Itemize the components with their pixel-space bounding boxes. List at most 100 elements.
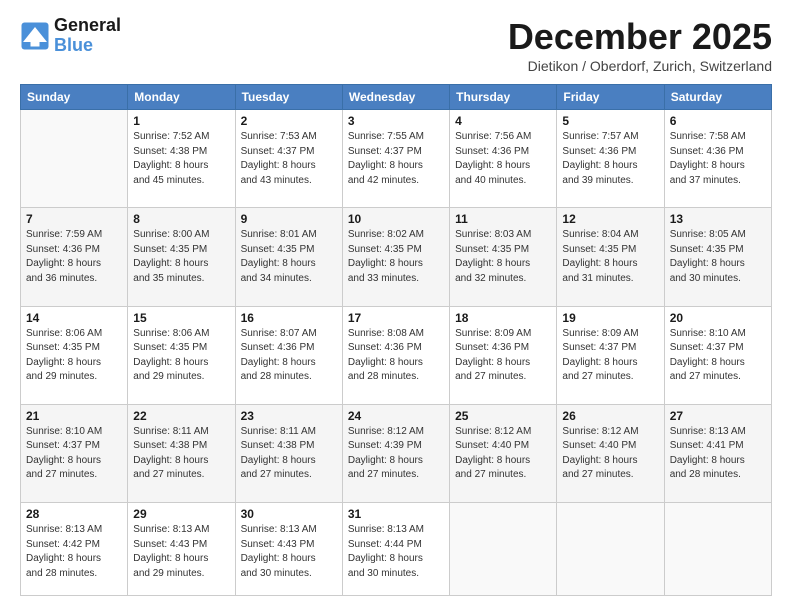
calendar-cell: 26Sunrise: 8:12 AM Sunset: 4:40 PM Dayli… <box>557 404 664 502</box>
day-info: Sunrise: 8:08 AM Sunset: 4:36 PM Dayligh… <box>348 327 444 385</box>
page: General Blue December 2025 Dietikon / Ob… <box>0 0 792 612</box>
location: Dietikon / Oberdorf, Zurich, Switzerland <box>508 58 772 74</box>
calendar-cell: 1 Sunrise: 7:52 AM Sunset: 4:38 PM Daylig… <box>128 110 235 208</box>
logo-text: General Blue <box>54 16 121 56</box>
calendar-body: 1 Sunrise: 7:52 AM Sunset: 4:38 PM Daylig… <box>21 110 772 596</box>
day-number: 1 <box>133 114 229 128</box>
logo-line2: Blue <box>54 36 121 56</box>
calendar-cell <box>664 503 771 596</box>
day-info: Sunrise: 8:00 AM Sunset: 4:35 PM Dayligh… <box>133 228 229 286</box>
day-info: Sunrise: 7:57 AM Sunset: 4:36 PM Dayligh… <box>562 130 658 188</box>
day-info: Sunrise: 8:05 AM Sunset: 4:35 PM Dayligh… <box>670 228 766 286</box>
calendar-cell: 21 Sunrise: 8:10 AM Sunset: 4:37 PM Dayli… <box>21 404 128 502</box>
day-number: 4 <box>455 114 551 128</box>
day-info: Sunrise: 7:59 AM Sunset: 4:36 PM Dayligh… <box>26 228 122 286</box>
day-number: 14 <box>26 311 122 325</box>
calendar-cell: 8 Sunrise: 8:00 AM Sunset: 4:35 PM Daylig… <box>128 208 235 306</box>
day-number: 19 <box>562 311 658 325</box>
calendar-header-row: SundayMondayTuesdayWednesdayThursdayFrid… <box>21 85 772 110</box>
calendar-cell: 30 Sunrise: 8:13 AM Sunset: 4:43 PM Dayli… <box>235 503 342 596</box>
title-block: December 2025 Dietikon / Oberdorf, Zuric… <box>508 16 772 74</box>
day-number: 11 <box>455 212 551 226</box>
calendar-week-row: 21 Sunrise: 8:10 AM Sunset: 4:37 PM Dayli… <box>21 404 772 502</box>
day-info: Sunrise: 8:12 AM Sunset: 4:39 PM Dayligh… <box>348 425 444 483</box>
calendar-cell: 27Sunrise: 8:13 AM Sunset: 4:41 PM Dayli… <box>664 404 771 502</box>
day-info: Sunrise: 8:03 AM Sunset: 4:35 PM Dayligh… <box>455 228 551 286</box>
day-number: 25 <box>455 409 551 423</box>
column-header-saturday: Saturday <box>664 85 771 110</box>
day-info: Sunrise: 8:12 AM Sunset: 4:40 PM Dayligh… <box>455 425 551 483</box>
column-header-monday: Monday <box>128 85 235 110</box>
day-info: Sunrise: 8:02 AM Sunset: 4:35 PM Dayligh… <box>348 228 444 286</box>
day-number: 30 <box>241 507 337 521</box>
logo-line1: General <box>54 16 121 36</box>
calendar-table: SundayMondayTuesdayWednesdayThursdayFrid… <box>20 84 772 596</box>
day-number: 10 <box>348 212 444 226</box>
day-info: Sunrise: 8:13 AM Sunset: 4:43 PM Dayligh… <box>241 523 337 581</box>
calendar-cell: 19 Sunrise: 8:09 AM Sunset: 4:37 PM Dayli… <box>557 306 664 404</box>
calendar-week-row: 1 Sunrise: 7:52 AM Sunset: 4:38 PM Daylig… <box>21 110 772 208</box>
day-info: Sunrise: 8:13 AM Sunset: 4:44 PM Dayligh… <box>348 523 444 581</box>
column-header-thursday: Thursday <box>450 85 557 110</box>
calendar-cell: 6 Sunrise: 7:58 AM Sunset: 4:36 PM Daylig… <box>664 110 771 208</box>
calendar-cell: 10 Sunrise: 8:02 AM Sunset: 4:35 PM Dayli… <box>342 208 449 306</box>
calendar-cell: 28 Sunrise: 8:13 AM Sunset: 4:42 PM Dayli… <box>21 503 128 596</box>
day-number: 6 <box>670 114 766 128</box>
logo: General Blue <box>20 16 121 56</box>
day-info: Sunrise: 7:52 AM Sunset: 4:38 PM Dayligh… <box>133 130 229 188</box>
day-info: Sunrise: 7:55 AM Sunset: 4:37 PM Dayligh… <box>348 130 444 188</box>
calendar-cell: 2Sunrise: 7:53 AM Sunset: 4:37 PM Daylig… <box>235 110 342 208</box>
day-number: 15 <box>133 311 229 325</box>
column-header-friday: Friday <box>557 85 664 110</box>
day-number: 21 <box>26 409 122 423</box>
calendar-cell: 22 Sunrise: 8:11 AM Sunset: 4:38 PM Dayli… <box>128 404 235 502</box>
day-info: Sunrise: 8:09 AM Sunset: 4:36 PM Dayligh… <box>455 327 551 385</box>
calendar-cell: 15 Sunrise: 8:06 AM Sunset: 4:35 PM Dayli… <box>128 306 235 404</box>
day-number: 23 <box>241 409 337 423</box>
calendar-cell: 12 Sunrise: 8:04 AM Sunset: 4:35 PM Dayli… <box>557 208 664 306</box>
calendar-cell: 9Sunrise: 8:01 AM Sunset: 4:35 PM Daylig… <box>235 208 342 306</box>
month-title: December 2025 <box>508 16 772 58</box>
calendar-cell: 16Sunrise: 8:07 AM Sunset: 4:36 PM Dayli… <box>235 306 342 404</box>
logo-icon <box>20 21 50 51</box>
day-info: Sunrise: 7:53 AM Sunset: 4:37 PM Dayligh… <box>241 130 337 188</box>
day-number: 28 <box>26 507 122 521</box>
day-number: 5 <box>562 114 658 128</box>
calendar-cell: 4 Sunrise: 7:56 AM Sunset: 4:36 PM Daylig… <box>450 110 557 208</box>
calendar-week-row: 28 Sunrise: 8:13 AM Sunset: 4:42 PM Dayli… <box>21 503 772 596</box>
day-number: 8 <box>133 212 229 226</box>
day-info: Sunrise: 7:56 AM Sunset: 4:36 PM Dayligh… <box>455 130 551 188</box>
day-number: 18 <box>455 311 551 325</box>
day-info: Sunrise: 8:10 AM Sunset: 4:37 PM Dayligh… <box>26 425 122 483</box>
day-info: Sunrise: 8:04 AM Sunset: 4:35 PM Dayligh… <box>562 228 658 286</box>
day-info: Sunrise: 8:11 AM Sunset: 4:38 PM Dayligh… <box>133 425 229 483</box>
calendar-cell: 5 Sunrise: 7:57 AM Sunset: 4:36 PM Daylig… <box>557 110 664 208</box>
day-number: 12 <box>562 212 658 226</box>
calendar-cell: 25 Sunrise: 8:12 AM Sunset: 4:40 PM Dayli… <box>450 404 557 502</box>
calendar-cell: 3 Sunrise: 7:55 AM Sunset: 4:37 PM Daylig… <box>342 110 449 208</box>
calendar-cell: 14Sunrise: 8:06 AM Sunset: 4:35 PM Dayli… <box>21 306 128 404</box>
calendar-cell: 17Sunrise: 8:08 AM Sunset: 4:36 PM Dayli… <box>342 306 449 404</box>
day-number: 13 <box>670 212 766 226</box>
header: General Blue December 2025 Dietikon / Ob… <box>20 16 772 74</box>
day-info: Sunrise: 8:13 AM Sunset: 4:42 PM Dayligh… <box>26 523 122 581</box>
day-info: Sunrise: 8:01 AM Sunset: 4:35 PM Dayligh… <box>241 228 337 286</box>
day-info: Sunrise: 8:12 AM Sunset: 4:40 PM Dayligh… <box>562 425 658 483</box>
column-header-tuesday: Tuesday <box>235 85 342 110</box>
calendar-cell: 29Sunrise: 8:13 AM Sunset: 4:43 PM Dayli… <box>128 503 235 596</box>
day-info: Sunrise: 8:09 AM Sunset: 4:37 PM Dayligh… <box>562 327 658 385</box>
calendar-cell: 31Sunrise: 8:13 AM Sunset: 4:44 PM Dayli… <box>342 503 449 596</box>
calendar-week-row: 14 Sunrise: 8:06 AM Sunset: 4:35 PM Dayli… <box>21 306 772 404</box>
day-info: Sunrise: 8:06 AM Sunset: 4:35 PM Dayligh… <box>133 327 229 385</box>
day-number: 20 <box>670 311 766 325</box>
day-info: Sunrise: 8:10 AM Sunset: 4:37 PM Dayligh… <box>670 327 766 385</box>
calendar-cell: 18 Sunrise: 8:09 AM Sunset: 4:36 PM Dayli… <box>450 306 557 404</box>
calendar-cell <box>557 503 664 596</box>
day-info: Sunrise: 8:13 AM Sunset: 4:41 PM Dayligh… <box>670 425 766 483</box>
day-number: 3 <box>348 114 444 128</box>
column-header-sunday: Sunday <box>21 85 128 110</box>
day-number: 16 <box>241 311 337 325</box>
day-info: Sunrise: 7:58 AM Sunset: 4:36 PM Dayligh… <box>670 130 766 188</box>
day-number: 22 <box>133 409 229 423</box>
calendar-cell: 23Sunrise: 8:11 AM Sunset: 4:38 PM Dayli… <box>235 404 342 502</box>
